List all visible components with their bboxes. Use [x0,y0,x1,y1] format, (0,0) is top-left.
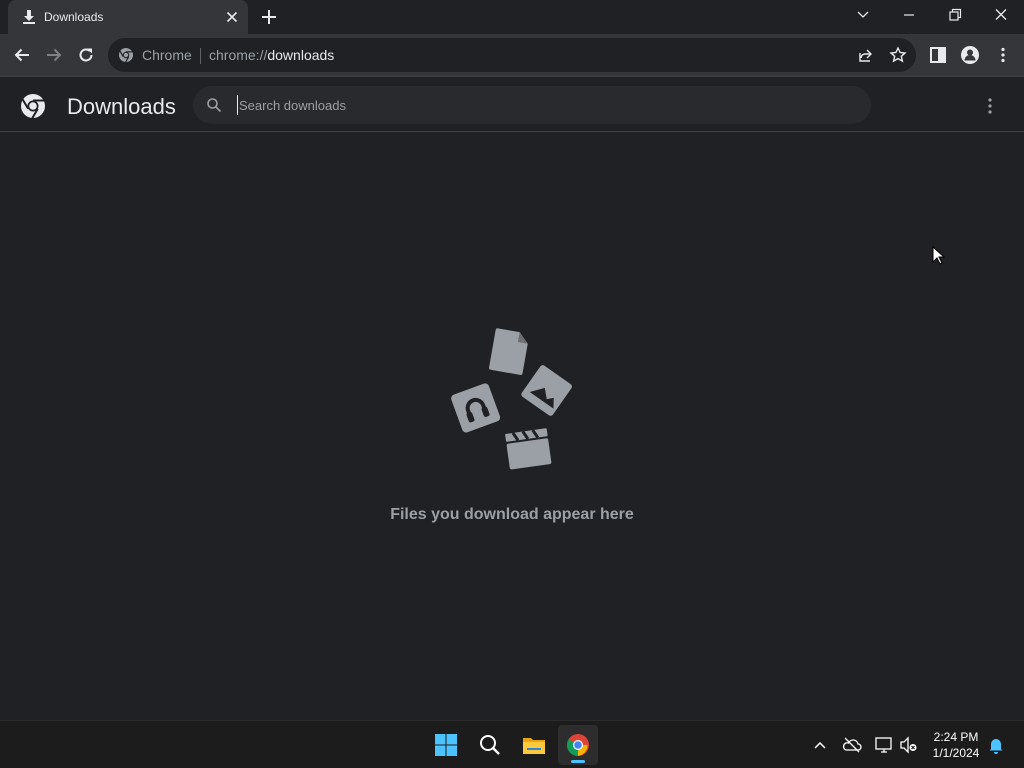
tab-downloads[interactable]: Downloads [8,0,248,34]
page-title: Downloads [67,94,176,119]
omnibox-chip: Chrome [142,47,192,63]
mouse-cursor [932,246,946,265]
browser-toolbar: Chrome chrome://downloads [0,34,1024,76]
image-icon [521,365,572,416]
taskbar-search-button[interactable] [470,725,510,765]
more-vert-icon[interactable] [982,96,998,116]
search-box[interactable] [193,86,871,124]
more-vert-icon[interactable] [993,45,1013,65]
taskbar: 2:24 PM 1/1/2024 [0,720,1024,768]
download-icon [23,10,35,24]
start-button[interactable] [426,725,466,765]
close-icon[interactable] [224,9,240,25]
url-path: downloads [267,47,335,63]
taskbar-chrome[interactable] [558,725,598,765]
plus-icon[interactable] [260,8,278,26]
clock-time: 2:24 PM [933,730,979,744]
document-icon [489,328,528,375]
bell-icon[interactable] [986,735,1006,755]
system-clock[interactable]: 2:24 PM 1/1/2024 [926,729,986,761]
chrome-logo-icon [119,48,133,63]
url-scheme: chrome:// [209,47,268,63]
audio-icon [451,383,501,433]
omnibox-separator [200,48,201,64]
network-icon[interactable] [874,735,894,755]
video-icon [505,428,552,470]
downloads-header: Downloads [0,76,1024,132]
chrome-app-icon [567,734,589,756]
profile-icon[interactable] [960,45,980,65]
share-icon[interactable] [857,46,875,64]
empty-state-message: Files you download appear here [390,506,634,523]
volume-muted-icon[interactable] [899,735,919,755]
back-icon[interactable] [12,45,32,65]
close-window-icon[interactable] [991,6,1011,24]
clock-date: 1/1/2024 [932,746,980,760]
omnibox-url[interactable]: chrome://downloads [209,47,334,63]
chrome-logo-icon [21,94,45,119]
chevron-up-icon[interactable] [810,735,830,755]
chevron-down-icon[interactable] [853,6,873,24]
windows-start-icon [435,734,457,756]
search-icon [207,98,222,113]
reload-icon[interactable] [76,45,96,65]
star-icon[interactable] [889,46,907,64]
empty-state-illustration [451,328,572,470]
tab-title: Downloads [44,10,104,24]
tab-strip: Downloads [0,0,1024,34]
forward-icon[interactable] [44,45,64,65]
onedrive-icon[interactable] [842,735,862,755]
omnibox[interactable]: Chrome chrome://downloads [108,38,916,72]
restore-icon[interactable] [945,6,965,24]
search-icon [480,735,500,755]
search-input[interactable] [237,95,837,115]
side-panel-icon[interactable] [928,45,948,65]
file-explorer-icon [523,738,545,754]
minimize-icon[interactable] [899,6,919,24]
taskbar-file-explorer[interactable] [514,725,554,765]
